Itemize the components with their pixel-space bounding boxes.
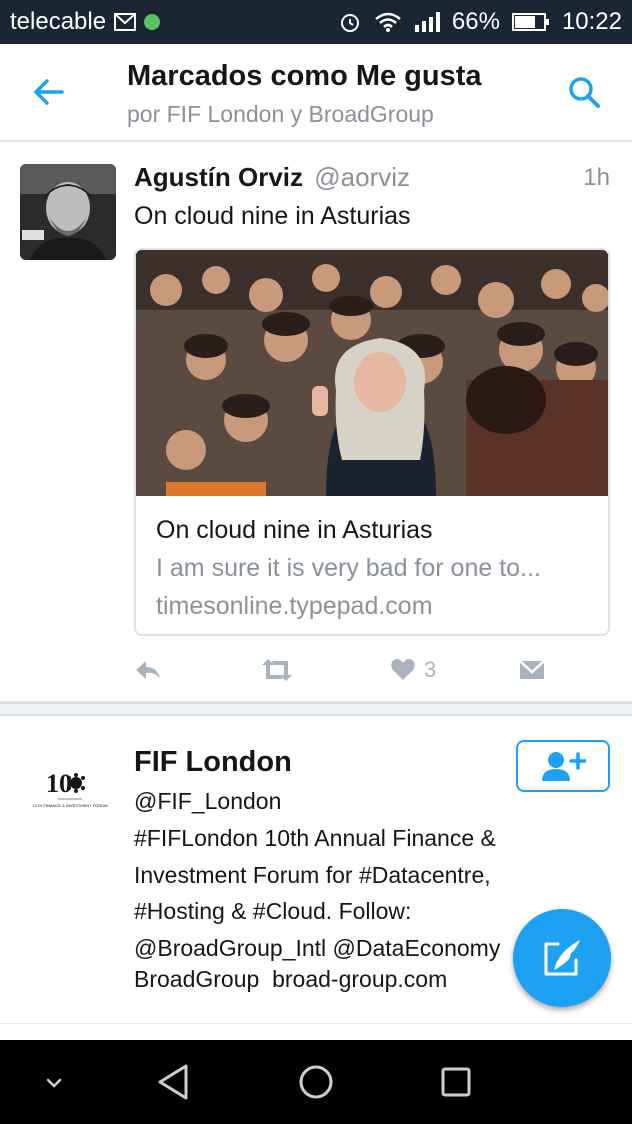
wifi-icon — [375, 12, 401, 32]
search-icon[interactable] — [566, 74, 602, 110]
card-domain: timesonline.typepad.com — [156, 592, 433, 620]
svg-text:10: 10 — [46, 769, 72, 798]
back-arrow-icon[interactable] — [30, 74, 66, 110]
retweet-button[interactable] — [260, 652, 294, 688]
back-triangle-icon[interactable] — [154, 1060, 194, 1104]
fif-london-logo[interactable]: 10 10TH FINANCE & INVESTMENT FORUM — [20, 762, 120, 810]
user-links: BroadGroup broad-group.com — [134, 966, 447, 993]
author-handle[interactable]: @aorviz — [314, 162, 410, 192]
recent-apps-square-icon[interactable] — [436, 1060, 476, 1104]
user-bio: #FIFLondon 10th Annual Finance & Investm… — [134, 825, 501, 961]
like-count: 3 — [424, 657, 437, 682]
alarm-icon — [340, 14, 359, 32]
chevron-down-icon[interactable] — [34, 1060, 74, 1104]
battery-icon — [511, 13, 549, 31]
signal-icon — [414, 12, 440, 32]
status-right: 66% 10:22 — [338, 8, 622, 36]
retweet-icon — [262, 659, 292, 681]
system-nav-bar — [0, 1040, 632, 1124]
reply-button[interactable] — [134, 652, 162, 688]
heart-icon — [391, 659, 415, 680]
status-bar: telecable 66% 10:22 — [0, 0, 632, 44]
page-title: Marcados como Me gusta — [127, 60, 482, 92]
card-title: On cloud nine in Asturias — [156, 516, 433, 544]
link-card[interactable]: On cloud nine in Asturias I am sure it i… — [134, 248, 610, 636]
tweet-text: On cloud nine in Asturias — [134, 202, 411, 230]
mail-notification-icon — [114, 13, 137, 31]
tweet-actions: 3 — [134, 652, 610, 688]
user-link-url[interactable]: broad-group.com — [272, 966, 447, 992]
compose-tweet-button[interactable] — [513, 909, 611, 1007]
add-user-icon — [542, 752, 586, 781]
envelope-icon — [519, 660, 545, 679]
carrier-label: telecable — [10, 8, 107, 35]
section-divider — [0, 702, 632, 716]
app-bar: Marcados como Me gusta por FIF London y … — [0, 44, 632, 142]
tweet-timestamp: 1h — [583, 164, 610, 191]
reply-icon — [136, 661, 160, 679]
user-link-label[interactable]: BroadGroup — [134, 966, 259, 992]
user-name[interactable]: FIF London — [134, 746, 292, 779]
card-description: I am sure it is very bad for one to... — [156, 554, 541, 582]
page-subtitle: por FIF London y BroadGroup — [127, 101, 434, 127]
battery-percent: 66% — [451, 8, 500, 35]
follow-button[interactable] — [516, 740, 610, 792]
author-avatar[interactable] — [20, 164, 116, 260]
status-left: telecable — [10, 8, 161, 36]
svg-text:10TH FINANCE & INVESTMENT FORU: 10TH FINANCE & INVESTMENT FORUM — [33, 803, 108, 808]
tweet-item[interactable]: Agustín Orviz @aorviz 1h On cloud nine i… — [0, 144, 632, 702]
compose-feather-icon — [544, 940, 580, 976]
author-line: Agustín Orviz @aorviz — [134, 162, 410, 193]
home-circle-icon[interactable] — [296, 1060, 336, 1104]
online-dot-icon — [144, 14, 161, 30]
clock: 10:22 — [561, 8, 622, 35]
avatar-photo — [20, 164, 116, 260]
like-button[interactable]: 3 — [390, 652, 436, 688]
direct-message-button[interactable] — [518, 652, 546, 688]
user-handle[interactable]: @FIF_London — [134, 788, 281, 815]
author-name[interactable]: Agustín Orviz — [134, 162, 303, 192]
card-image — [136, 250, 608, 496]
